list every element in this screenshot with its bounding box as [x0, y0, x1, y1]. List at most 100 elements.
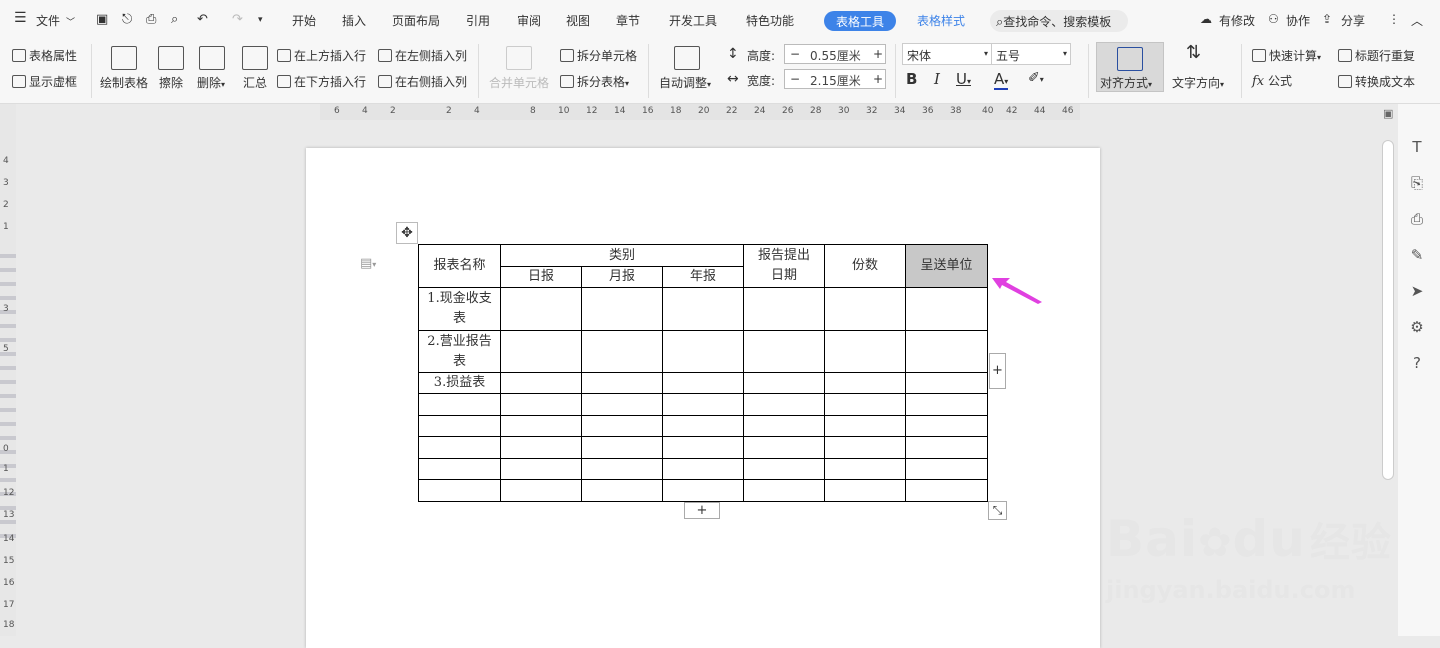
print-icon[interactable]: ⎙	[146, 12, 156, 27]
horizontal-ruler[interactable]: 6 4 2 2 4 8 10 12 14 16 18 20 22 24 26 28 30 32 34 36 38 40 42…	[320, 104, 1080, 120]
select-cursor-icon[interactable]: ➤	[1408, 282, 1426, 300]
table-cell[interactable]	[662, 287, 744, 331]
table-cell[interactable]	[824, 393, 906, 416]
table-cell[interactable]	[743, 330, 825, 373]
width-increment[interactable]: +	[873, 72, 883, 86]
collab-button[interactable]: 协作	[1286, 12, 1310, 29]
help-icon[interactable]: ?	[1408, 354, 1426, 372]
font-color-button[interactable]: A▾	[994, 70, 1009, 90]
width-stepper[interactable]: − 2.15厘米 +	[784, 69, 886, 89]
height-increment[interactable]: +	[873, 47, 883, 61]
table-cell[interactable]	[662, 415, 744, 437]
table-row-label[interactable]	[418, 393, 501, 416]
table-cell[interactable]	[662, 393, 744, 416]
height-value[interactable]: 0.55厘米	[810, 47, 861, 64]
insert-right-button[interactable]: 在右侧插入列	[378, 73, 467, 90]
insert-above-button[interactable]: 在上方插入行	[277, 47, 366, 64]
repeat-header-button[interactable]: 标题行重复	[1338, 47, 1415, 64]
table-cell[interactable]	[500, 287, 582, 331]
table-cell[interactable]	[743, 458, 825, 480]
table-cell[interactable]	[662, 458, 744, 480]
tab-home[interactable]: 开始	[292, 12, 316, 29]
tab-table-style[interactable]: 表格样式	[917, 12, 965, 29]
height-stepper[interactable]: − 0.55厘米 +	[784, 44, 886, 64]
hamburger-icon[interactable]: ☰	[14, 10, 27, 26]
header-date[interactable]: 报告提出日期	[743, 244, 825, 288]
table-cell[interactable]	[581, 287, 663, 331]
insert-below-button[interactable]: 在下方插入行	[277, 73, 366, 90]
table-cell[interactable]	[500, 479, 582, 502]
header-monthly[interactable]: 月报	[581, 266, 663, 288]
table-properties-button[interactable]: 表格属性	[12, 47, 77, 64]
page-settings-icon[interactable]: ⎙	[1408, 210, 1426, 228]
table-cell[interactable]	[581, 415, 663, 437]
summary-button[interactable]: 汇总	[243, 74, 267, 91]
underline-button[interactable]: U▾	[956, 70, 971, 88]
header-category[interactable]: 类别	[500, 244, 744, 267]
text-direction-icon[interactable]: ⇅	[1186, 42, 1201, 63]
text-direction-button[interactable]: 文字方向▾	[1172, 74, 1224, 91]
table-cell[interactable]	[500, 436, 582, 459]
table-cell[interactable]	[743, 287, 825, 331]
table-row-label[interactable]: 2.营业报告表	[418, 330, 501, 373]
table-cell[interactable]	[905, 393, 988, 416]
table-cell[interactable]	[824, 330, 906, 373]
table-cell[interactable]	[500, 330, 582, 373]
add-column-button[interactable]: +	[989, 353, 1006, 389]
table-cell[interactable]	[581, 330, 663, 373]
width-decrement[interactable]: −	[790, 72, 800, 86]
resize-table-icon[interactable]: ⤡	[988, 501, 1007, 520]
pen-icon[interactable]: ✎	[1408, 246, 1426, 264]
tab-developer[interactable]: 开发工具	[669, 12, 717, 29]
undo-icon[interactable]: ↶	[197, 12, 208, 27]
summary-icon[interactable]	[242, 46, 268, 70]
table-cell[interactable]	[824, 479, 906, 502]
table-cell[interactable]	[581, 436, 663, 459]
font-name-select[interactable]: 宋体 ▾	[902, 43, 992, 65]
merge-cells-button[interactable]: 合并单元格	[489, 74, 549, 91]
draw-table-icon[interactable]	[111, 46, 137, 70]
table-row-label[interactable]: 3.损益表	[418, 372, 501, 394]
draw-table-button[interactable]: 绘制表格	[100, 74, 148, 91]
header-copies[interactable]: 份数	[824, 244, 906, 288]
table-cell[interactable]	[905, 287, 988, 331]
table-cell[interactable]	[905, 372, 988, 394]
table-cell[interactable]	[743, 415, 825, 437]
bold-button[interactable]: B	[906, 70, 917, 88]
share-button[interactable]: 分享	[1341, 12, 1365, 29]
header-recipient[interactable]: 呈送单位	[905, 244, 988, 288]
formula-button[interactable]: fx 公式	[1252, 72, 1292, 89]
table-row-label[interactable]	[418, 479, 501, 502]
vertical-ruler[interactable]: 4 3 2 1 3 5 0 1 12 13 14 15 16 17 18	[0, 104, 16, 636]
tab-insert[interactable]: 插入	[342, 12, 366, 29]
table-cell[interactable]	[743, 372, 825, 394]
delete-button[interactable]: 删除▾	[197, 74, 225, 91]
header-yearly[interactable]: 年报	[662, 266, 744, 288]
height-decrement[interactable]: −	[790, 47, 800, 61]
table-cell[interactable]	[824, 372, 906, 394]
table-cell[interactable]	[662, 330, 744, 373]
split-view-icon[interactable]: ▣	[1383, 107, 1393, 120]
table-cell[interactable]	[743, 393, 825, 416]
table-cell[interactable]	[581, 393, 663, 416]
table-cell[interactable]	[662, 479, 744, 502]
tab-view[interactable]: 视图	[566, 12, 590, 29]
table-row-label[interactable]	[418, 415, 501, 437]
table-cell[interactable]	[500, 372, 582, 394]
table-cell[interactable]	[743, 479, 825, 502]
show-gridlines-button[interactable]: 显示虚框	[12, 73, 77, 90]
export-icon[interactable]: ⎋	[122, 12, 132, 27]
text-style-icon[interactable]: T	[1408, 138, 1426, 156]
highlight-icon[interactable]: ✐▾	[1028, 70, 1044, 86]
table-cell[interactable]	[905, 415, 988, 437]
report-table[interactable]: 报表名称 类别 报告提出日期 份数 呈送单位 日报 月报 年报 1.现金收支表 …	[418, 244, 988, 502]
table-cell[interactable]	[824, 287, 906, 331]
table-cell[interactable]	[662, 372, 744, 394]
table-cell[interactable]	[824, 436, 906, 459]
autofit-button[interactable]: 自动调整▾	[659, 74, 711, 91]
table-row-label[interactable]	[418, 436, 501, 459]
preview-icon[interactable]: ⌕	[171, 12, 178, 27]
tab-table-tools[interactable]: 表格工具	[824, 11, 897, 31]
table-cell[interactable]	[905, 479, 988, 502]
file-menu[interactable]: 文件	[36, 12, 60, 29]
